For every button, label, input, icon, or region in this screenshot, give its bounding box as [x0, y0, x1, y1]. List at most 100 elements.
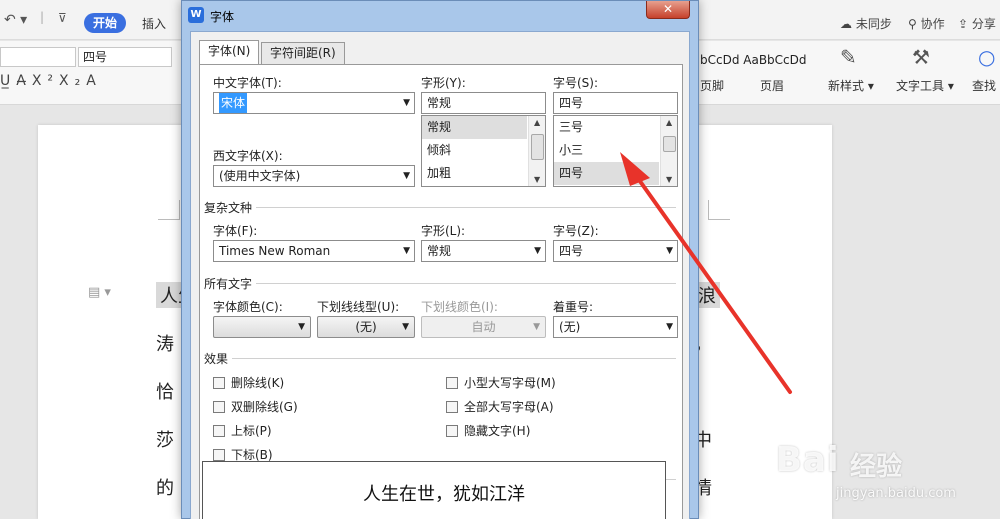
list-item[interactable]: 常规 — [422, 116, 527, 139]
checkbox-label: 小型大写字母(M) — [464, 376, 556, 390]
dialog-body: 字体(N) 字符间距(R) 中文字体(T): 宋体 ▼ 字形(Y): 常规 常规… — [190, 31, 690, 519]
baidu-watermark-logo: Bai — [776, 440, 840, 480]
superscript-checkbox[interactable]: 上标(P) — [213, 424, 272, 440]
format-icons-row: U̲A̶X²X₂A — [0, 73, 102, 89]
wps-logo-icon: W — [188, 7, 204, 23]
complex-font-combo[interactable]: Times New Roman ▼ — [213, 240, 415, 262]
scroll-down-icon[interactable]: ▼ — [534, 175, 540, 184]
all-text-group: 所有文字 — [204, 275, 676, 292]
size-label: 字号(S): — [553, 76, 599, 90]
underline-type-value: (无) — [355, 320, 377, 334]
scroll-down-icon[interactable]: ▼ — [666, 175, 672, 184]
chevron-down-icon: ▼ — [666, 322, 673, 332]
underline-color-label: 下划线颜色(I): — [421, 300, 498, 314]
find-button[interactable]: 查找 — [972, 77, 996, 94]
sync-status[interactable]: ☁ 未同步 — [840, 15, 892, 32]
underline-color-combo: 自动 ▼ — [421, 316, 546, 338]
complex-font-label: 字体(F): — [213, 224, 258, 238]
western-font-combo[interactable]: (使用中文字体) ▼ — [213, 165, 415, 187]
emphasis-combo[interactable]: (无) ▼ — [553, 316, 678, 338]
style-gallery[interactable]: bCcDd AaBbCcDd — [700, 53, 807, 67]
underline-icon[interactable]: U̲ — [0, 73, 16, 89]
preview-box: 人生在世，犹如江洋 — [202, 461, 666, 519]
list-item[interactable]: 加粗 — [422, 162, 527, 185]
group-label: 所有文字 — [204, 275, 257, 292]
sync-label: 未同步 — [855, 17, 892, 31]
text-tools-icon: ⚒ — [912, 45, 930, 69]
checkbox-label: 上标(P) — [231, 424, 272, 438]
margin-corner-left — [158, 200, 180, 220]
chinese-font-combo[interactable]: 宋体 ▼ — [213, 92, 415, 114]
font-tab-panel: 中文字体(T): 宋体 ▼ 字形(Y): 常规 常规 倾斜 加粗 ▲ ▼ 字号(… — [199, 64, 683, 519]
undo-icon[interactable]: ↶ ▾ — [4, 12, 27, 28]
collab-label: 协作 — [920, 17, 945, 31]
doc-line-2-left: 涛 — [156, 334, 174, 355]
new-style-icon: ✎ — [840, 45, 857, 69]
complex-style-combo[interactable]: 常规 ▼ — [421, 240, 546, 262]
group-label: 复杂文种 — [204, 199, 257, 216]
strikethrough-checkbox[interactable]: 删除线(K) — [213, 376, 284, 392]
small-caps-checkbox[interactable]: 小型大写字母(M) — [446, 376, 556, 392]
tab-character-spacing[interactable]: 字符间距(R) — [261, 42, 345, 64]
subscript-icon[interactable]: X₂ — [59, 73, 86, 89]
hidden-text-checkbox[interactable]: 隐藏文字(H) — [446, 424, 530, 440]
underline-type-label: 下划线线型(U): — [317, 300, 400, 314]
strikethrough-icon[interactable]: A̶ — [16, 73, 32, 89]
complex-font-value: Times New Roman — [219, 244, 331, 258]
complex-style-value: 常规 — [427, 244, 452, 258]
emphasis-value: (无) — [559, 320, 581, 334]
ribbon-font-size[interactable]: 四号 — [78, 47, 172, 67]
text-effect-icon[interactable]: A — [86, 73, 102, 89]
scrollbar[interactable]: ▲ ▼ — [528, 116, 545, 186]
all-caps-checkbox[interactable]: 全部大写字母(A) — [446, 400, 554, 416]
ribbon-font-name[interactable] — [0, 47, 76, 67]
tab-start[interactable]: 开始 — [84, 13, 126, 33]
underline-color-value: 自动 — [471, 320, 496, 334]
superscript-icon[interactable]: X² — [32, 73, 59, 89]
text-tools-button[interactable]: 文字工具 ▾ — [896, 77, 954, 94]
close-button[interactable]: ✕ — [646, 1, 690, 19]
collab-button[interactable]: ⚲ 协作 — [908, 15, 945, 32]
checkbox-label: 删除线(K) — [231, 376, 285, 390]
list-item[interactable]: 三号 — [554, 116, 659, 139]
scroll-up-icon[interactable]: ▲ — [666, 118, 672, 127]
emphasis-label: 着重号: — [553, 300, 594, 314]
size-listbox[interactable]: 三号 小三 四号 ▲ ▼ — [553, 115, 678, 187]
chevron-down-icon: ▼ — [402, 322, 409, 332]
double-strikethrough-checkbox[interactable]: 双删除线(G) — [213, 400, 298, 416]
list-item[interactable]: 四号 — [554, 162, 659, 185]
doc-line-4-left: 莎 — [156, 430, 174, 451]
chevron-down-icon: ▼ — [534, 246, 541, 256]
chevron-down-icon: ▼ — [533, 322, 540, 332]
paragraph-handle-icon[interactable]: ▤ ▾ — [88, 285, 111, 300]
font-color-combo[interactable]: ▼ — [213, 316, 311, 338]
toolbar-separator: | — [40, 10, 45, 24]
share-button[interactable]: ⇪ 分享 — [958, 15, 996, 32]
chinese-font-label: 中文字体(T): — [213, 76, 282, 90]
style-input[interactable]: 常规 — [421, 92, 546, 114]
style-listbox[interactable]: 常规 倾斜 加粗 ▲ ▼ — [421, 115, 546, 187]
list-item[interactable]: 倾斜 — [422, 139, 527, 162]
effects-group: 效果 — [204, 350, 676, 367]
underline-type-combo[interactable]: (无) ▼ — [317, 316, 415, 338]
quick-access-more-icon[interactable]: ⊽ — [58, 11, 67, 25]
tab-font[interactable]: 字体(N) — [199, 40, 260, 65]
new-style-button[interactable]: 新样式 ▾ — [828, 77, 874, 94]
chevron-down-icon: ▼ — [403, 98, 410, 108]
style-footer-label: 页脚 — [700, 79, 725, 93]
scroll-thumb[interactable] — [531, 134, 544, 160]
group-label: 效果 — [204, 350, 233, 367]
complex-size-value: 四号 — [559, 244, 584, 258]
scroll-up-icon[interactable]: ▲ — [534, 118, 540, 127]
text-tools-label: 文字工具 — [896, 79, 945, 93]
scroll-thumb[interactable] — [663, 136, 676, 152]
tab-insert[interactable]: 插入 — [142, 15, 166, 32]
find-icon: ○ — [978, 45, 996, 69]
complex-size-label: 字号(Z): — [553, 224, 599, 238]
chevron-down-icon: ▼ — [666, 246, 673, 256]
list-item[interactable]: 小三 — [554, 139, 659, 162]
checkbox-label: 下标(B) — [231, 448, 273, 462]
size-input[interactable]: 四号 — [553, 92, 678, 114]
scrollbar[interactable]: ▲ ▼ — [660, 116, 677, 186]
complex-size-combo[interactable]: 四号 ▼ — [553, 240, 678, 262]
